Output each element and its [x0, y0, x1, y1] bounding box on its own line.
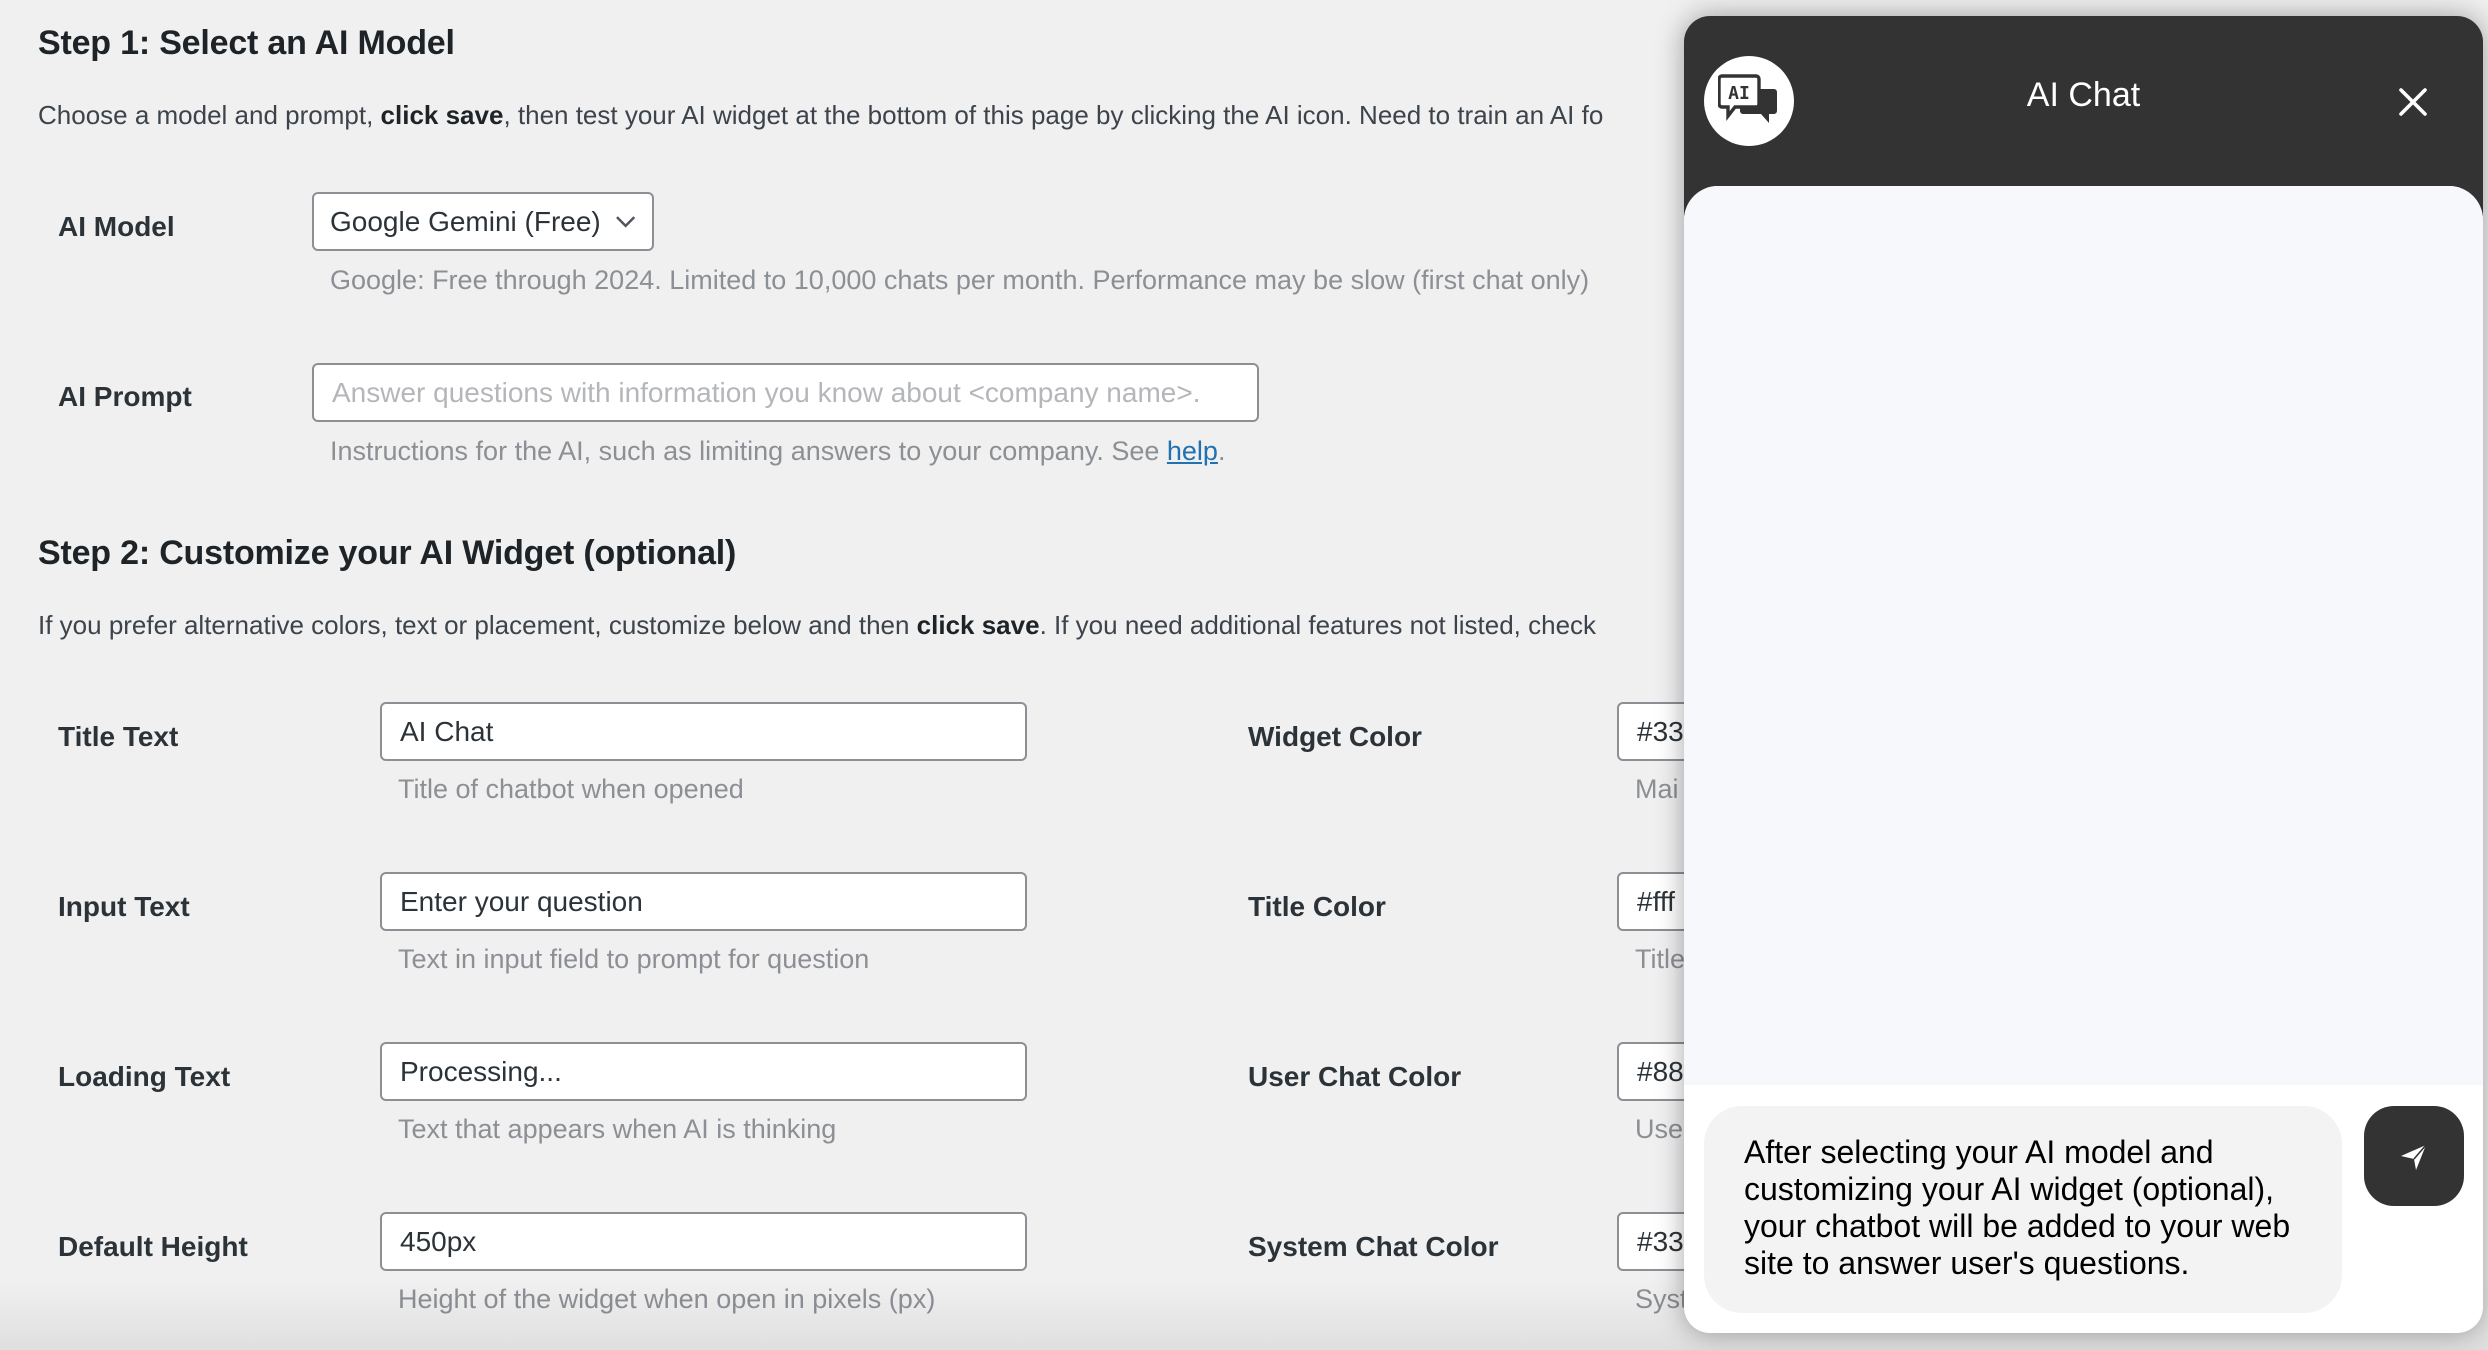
chat-message-input[interactable]: After selecting your AI model and custom…: [1704, 1106, 2342, 1313]
help-link[interactable]: help: [1167, 436, 1218, 466]
chat-messages-area: [1684, 186, 2483, 1085]
chat-body: After selecting your AI model and custom…: [1684, 186, 2483, 1333]
title-color-label: Title Color: [1248, 891, 1386, 922]
user-chat-color-label: User Chat Color: [1248, 1061, 1462, 1092]
step2-intro-bold: click save: [916, 610, 1040, 640]
ai-prompt-description-end: .: [1217, 436, 1226, 466]
title-text-input[interactable]: AI Chat: [380, 702, 1027, 761]
step2-intro-text-end: . If you need additional features not li…: [1039, 610, 1597, 640]
ai-prompt-label: AI Prompt: [58, 381, 192, 412]
default-height-description: Height of the widget when open in pixels…: [398, 1284, 936, 1314]
title-color-description: Title: [1635, 944, 1686, 974]
widget-color-label: Widget Color: [1248, 721, 1422, 752]
input-text-label: Input Text: [58, 891, 190, 922]
title-text-label: Title Text: [58, 721, 179, 752]
input-text-description: Text in input field to prompt for questi…: [398, 944, 870, 974]
system-chat-color-label: System Chat Color: [1248, 1231, 1499, 1262]
ai-prompt-description-text: Instructions for the AI, such as limitin…: [330, 436, 1167, 466]
default-height-input[interactable]: 450px: [380, 1212, 1027, 1271]
system-chat-color-value: #33: [1637, 1225, 1684, 1257]
send-icon: [2401, 1144, 2427, 1170]
step1-intro-text-end: , then test your AI widget at the bottom…: [503, 100, 1604, 130]
ai-model-label: AI Model: [58, 211, 175, 242]
ai-model-description: Google: Free through 2024. Limited to 10…: [330, 265, 1590, 295]
user-chat-color-value: #88: [1637, 1055, 1684, 1087]
close-icon[interactable]: [2395, 84, 2431, 120]
loading-text-description: Text that appears when AI is thinking: [398, 1114, 837, 1144]
ai-prompt-description: Instructions for the AI, such as limitin…: [330, 436, 1225, 467]
chat-widget: AI AI Chat After selecting your AI model…: [1684, 16, 2483, 1333]
system-chat-color-description: Syst: [1635, 1284, 1688, 1314]
loading-text-value: Processing...: [400, 1055, 562, 1087]
default-height-label: Default Height: [58, 1231, 248, 1262]
step1-intro: Choose a model and prompt, click save, t…: [38, 100, 1603, 131]
chat-input-area: After selecting your AI model and custom…: [1684, 1085, 2483, 1333]
step2-heading: Step 2: Customize your AI Widget (option…: [38, 534, 737, 572]
widget-color-value: #33: [1637, 715, 1684, 747]
send-button[interactable]: [2364, 1106, 2464, 1206]
input-text-value: Enter your question: [400, 885, 643, 917]
step1-heading: Step 1: Select an AI Model: [38, 24, 455, 62]
chat-title: AI Chat: [2026, 76, 2141, 114]
ai-model-selected-value: Google Gemini (Free): [330, 205, 601, 237]
step2-intro: If you prefer alternative colors, text o…: [38, 610, 1596, 641]
ai-prompt-placeholder: Answer questions with information you kn…: [332, 376, 1201, 408]
widget-color-description: Mai: [1635, 774, 1679, 804]
title-text-value: AI Chat: [400, 715, 494, 747]
settings-page: Step 1: Select an AI Model Choose a mode…: [0, 0, 2488, 1350]
title-color-value: #fff: [1637, 885, 1675, 917]
step1-intro-bold: click save: [380, 100, 504, 130]
default-height-value: 450px: [400, 1225, 477, 1257]
user-chat-color-description: Use: [1635, 1114, 1684, 1144]
ai-model-select[interactable]: Google Gemini (Free): [312, 192, 654, 251]
chat-header: AI AI Chat: [1684, 16, 2483, 186]
step2-intro-text: If you prefer alternative colors, text o…: [38, 610, 917, 640]
ai-prompt-input[interactable]: Answer questions with information you kn…: [312, 363, 1259, 422]
step1-intro-text: Choose a model and prompt,: [38, 100, 381, 130]
title-text-description: Title of chatbot when opened: [398, 774, 744, 804]
chevron-down-icon: [615, 215, 635, 228]
input-text-input[interactable]: Enter your question: [380, 872, 1027, 931]
loading-text-input[interactable]: Processing...: [380, 1042, 1027, 1101]
loading-text-label: Loading Text: [58, 1061, 231, 1092]
